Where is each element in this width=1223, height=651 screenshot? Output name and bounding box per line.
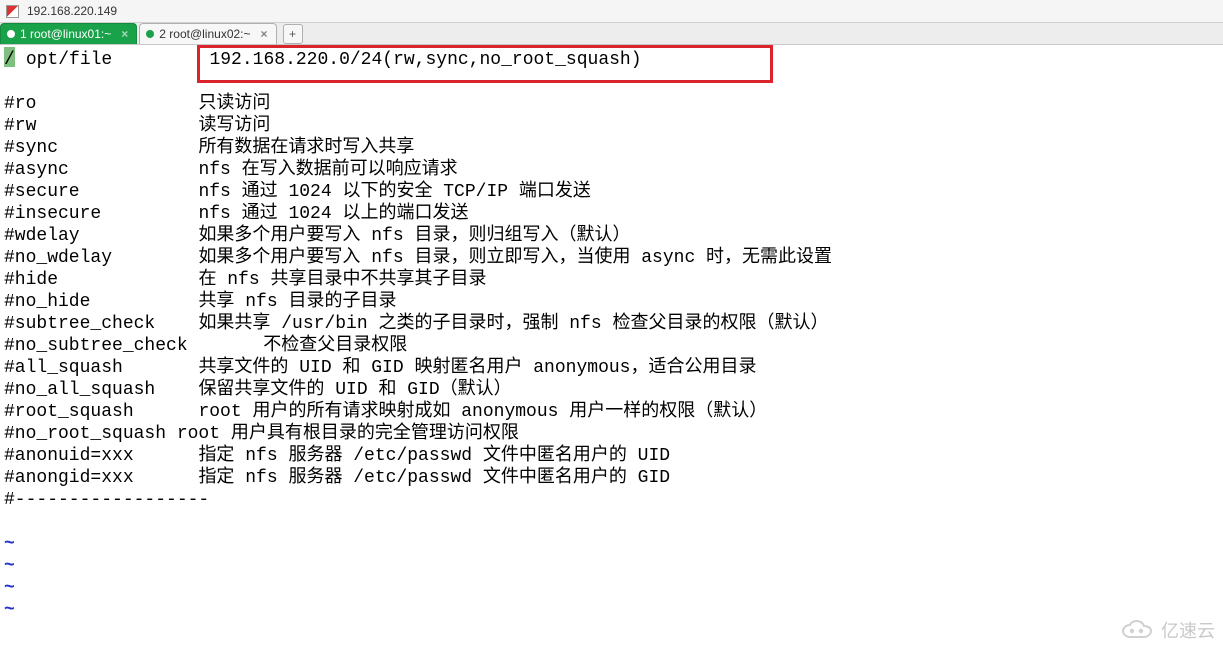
option-all_squash: #all_squash — [4, 358, 198, 378]
terminal-editor[interactable]: /opt/file 192.168.220.0/24(rw,sync,no_ro… — [0, 45, 1223, 625]
tab-close-icon[interactable]: × — [261, 27, 268, 41]
export-value: 192.168.220.0/24(rw,sync,no_root_squash) — [209, 50, 641, 70]
option-rw: #rw — [4, 116, 198, 136]
option-desc: nfs 通过 1024 以下的安全 TCP/IP 端口发送 — [198, 182, 590, 202]
option-sync: #sync — [4, 138, 198, 158]
terminal-tab-0[interactable]: 1 root@linux01:~ × — [0, 23, 137, 44]
tab-status-dot — [7, 30, 15, 38]
window-title: 192.168.220.149 — [27, 4, 117, 18]
option-desc: 指定 nfs 服务器 /etc/passwd 文件中匿名用户的 GID — [198, 468, 670, 488]
option-desc: 只读访问 — [198, 94, 270, 114]
option-desc: 不检查父目录权限 — [263, 336, 407, 356]
option-desc: 所有数据在请求时写入共享 — [198, 138, 414, 158]
tab-close-icon[interactable]: × — [121, 27, 128, 41]
option-desc: 如果共享 /usr/bin 之类的子目录时，强制 nfs 检查父目录的权限（默认… — [198, 314, 828, 334]
option-desc: 如果多个用户要写入 nfs 目录，则立即写入，当使用 async 时，无需此设置 — [198, 248, 832, 268]
vim-tilde: ~ — [4, 534, 15, 554]
tab-label: 2 root@linux02:~ — [159, 27, 250, 41]
option-no_root_squash: #no_root_squash — [4, 424, 177, 444]
new-tab-button[interactable]: + — [283, 24, 303, 44]
option-hide: #hide — [4, 270, 198, 290]
option-desc: nfs 在写入数据前可以响应请求 — [198, 160, 457, 180]
option-desc: nfs 通过 1024 以上的端口发送 — [198, 204, 468, 224]
option-desc: 读写访问 — [198, 116, 270, 136]
cloud-icon — [1119, 619, 1157, 641]
option-root_squash: #root_squash — [4, 402, 198, 422]
tab-label: 1 root@linux01:~ — [20, 27, 111, 41]
option-desc: 共享 nfs 目录的子目录 — [198, 292, 396, 312]
option-desc: 如果多个用户要写入 nfs 目录，则归组写入（默认） — [198, 226, 630, 246]
option-ro: #ro — [4, 94, 198, 114]
option-insecure: #insecure — [4, 204, 198, 224]
option-desc: 指定 nfs 服务器 /etc/passwd 文件中匿名用户的 UID — [198, 446, 670, 466]
vim-tilde: ~ — [4, 556, 15, 576]
option-no_hide: #no_hide — [4, 292, 198, 312]
vim-tilde: ~ — [4, 578, 15, 598]
option-desc: root 用户的所有请求映射成如 anonymous 用户一样的权限（默认） — [198, 402, 767, 422]
option-anonuidxxx: #anonuid=xxx — [4, 446, 198, 466]
option-subtree_check: #subtree_check — [4, 314, 198, 334]
vim-tilde: ~ — [4, 600, 15, 620]
option-wdelay: #wdelay — [4, 226, 198, 246]
option-desc: root 用户具有根目录的完全管理访问权限 — [177, 424, 519, 444]
option-secure: #secure — [4, 182, 198, 202]
terminal-tab-1[interactable]: 2 root@linux02:~ × — [139, 23, 276, 44]
option-anongidxxx: #anongid=xxx — [4, 468, 198, 488]
trailing-comment: #------------------ — [4, 490, 209, 510]
watermark: 亿速云 — [1119, 617, 1215, 643]
export-path: opt/file — [26, 50, 210, 70]
option-desc: 保留共享文件的 UID 和 GID（默认） — [198, 380, 511, 400]
window-titlebar: 192.168.220.149 — [0, 0, 1223, 23]
option-desc: 共享文件的 UID 和 GID 映射匿名用户 anonymous，适合公用目录 — [198, 358, 756, 378]
option-async: #async — [4, 160, 198, 180]
app-flag-icon — [6, 5, 19, 18]
option-desc: 在 nfs 共享目录中不共享其子目录 — [198, 270, 486, 290]
option-no_wdelay: #no_wdelay — [4, 248, 198, 268]
option-no_subtree_check: #no_subtree_check — [4, 336, 263, 356]
option-no_all_squash: #no_all_squash — [4, 380, 198, 400]
tab-bar: 1 root@linux01:~ × 2 root@linux02:~ × + — [0, 23, 1223, 45]
tab-status-dot — [146, 30, 154, 38]
